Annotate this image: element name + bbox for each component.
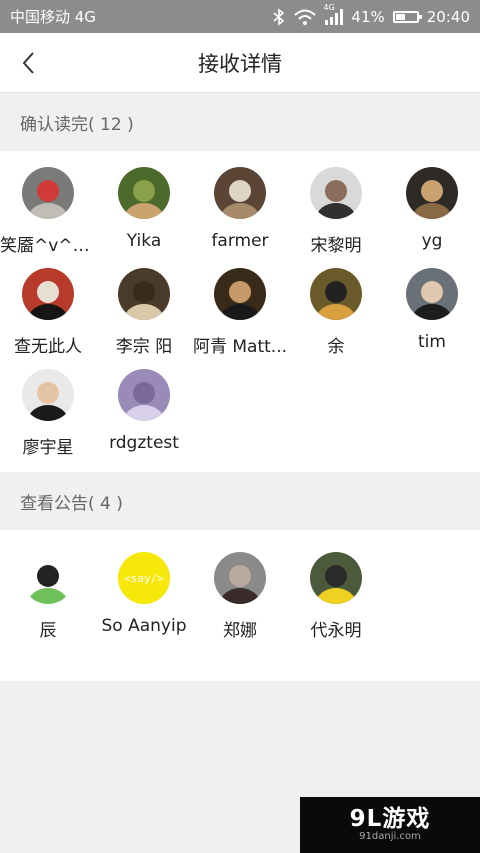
avatar — [214, 552, 266, 604]
member-name: 廖宇星 — [22, 438, 74, 458]
avatar-text: <say/> — [124, 572, 164, 585]
wifi-icon — [293, 8, 317, 26]
member-name: So Aanyip — [101, 616, 187, 636]
carrier-label: 中国移动 4G — [10, 8, 96, 26]
member-name: 代永明 — [310, 621, 362, 641]
member-item[interactable]: 宋黎明 — [288, 167, 384, 256]
status-bar: 中国移动 4G 4G 41% 20:40 — [0, 0, 480, 33]
avatar — [118, 167, 170, 219]
avatar — [22, 369, 74, 421]
clock: 20:40 — [426, 7, 470, 26]
back-button[interactable] — [12, 47, 44, 79]
avatar — [214, 268, 266, 320]
member-name: yg — [421, 231, 443, 251]
member-item[interactable]: 查无此人 — [0, 268, 96, 357]
member-item[interactable]: yg — [384, 167, 480, 256]
chevron-left-icon — [22, 52, 34, 74]
member-item[interactable]: 余 — [288, 268, 384, 357]
member-name: 李宗 阳 — [115, 337, 173, 357]
section-header-viewed-notice: 查看公告( 4 ) — [0, 472, 480, 530]
battery-level — [395, 13, 405, 20]
member-item[interactable]: farmer — [192, 167, 288, 256]
member-item[interactable]: <say/> So Aanyip — [96, 552, 192, 641]
viewed-notice-list: 辰 <say/> So Aanyip 郑娜 代永明 — [0, 530, 480, 681]
member-item[interactable]: 代永明 — [288, 552, 384, 641]
member-name: 笑靥^v^小... — [0, 236, 96, 256]
member-name: rdgztest — [109, 433, 179, 453]
member-name: 郑娜 — [223, 621, 257, 641]
battery-icon — [392, 10, 422, 23]
watermark-sub: 91danji.com — [359, 831, 421, 842]
watermark-logo: 9L游戏 91danji.com — [300, 797, 480, 853]
member-item[interactable]: 笑靥^v^小... — [0, 167, 96, 256]
avatar — [310, 552, 362, 604]
watermark-main: 9L游戏 — [349, 806, 431, 832]
member-name: 宋黎明 — [310, 236, 362, 256]
member-name: 查无此人 — [14, 337, 82, 357]
member-item[interactable]: 郑娜 — [192, 552, 288, 641]
page-title: 接收详情 — [198, 51, 282, 76]
avatar: <say/> — [118, 552, 170, 604]
avatar — [22, 268, 74, 320]
avatar — [310, 268, 362, 320]
bluetooth-icon — [273, 7, 285, 26]
section-header-read-confirmed: 确认读完( 12 ) — [0, 93, 480, 151]
member-item[interactable]: 辰 — [0, 552, 96, 641]
member-item[interactable]: 李宗 阳 — [96, 268, 192, 357]
avatar — [22, 167, 74, 219]
avatar — [214, 167, 266, 219]
member-name: tim — [418, 332, 446, 352]
avatar — [118, 268, 170, 320]
member-item[interactable]: 阿青 Matt... — [192, 268, 288, 357]
member-name: farmer — [211, 231, 269, 251]
member-name: 余 — [327, 337, 345, 357]
network-type-badge: 4G — [323, 2, 335, 12]
member-item[interactable]: rdgztest — [96, 369, 192, 458]
avatar — [406, 268, 458, 320]
member-item[interactable]: 廖宇星 — [0, 369, 96, 458]
avatar — [310, 167, 362, 219]
navigation-bar: 接收详情 — [0, 33, 480, 93]
member-item[interactable]: tim — [384, 268, 480, 357]
member-name: Yika — [126, 231, 162, 251]
member-name: 辰 — [39, 621, 57, 641]
signal-icon: 4G — [323, 3, 344, 25]
member-item[interactable]: Yika — [96, 167, 192, 256]
member-name: 阿青 Matt... — [192, 337, 288, 357]
read-confirmed-list: 笑靥^v^小... Yika farmer 宋黎明 yg 查无此人 李宗 阳阿青 Matt.… — [0, 151, 480, 472]
avatar — [406, 167, 458, 219]
avatar — [22, 552, 74, 604]
avatar — [118, 369, 170, 421]
battery-percent: 41% — [351, 7, 385, 26]
